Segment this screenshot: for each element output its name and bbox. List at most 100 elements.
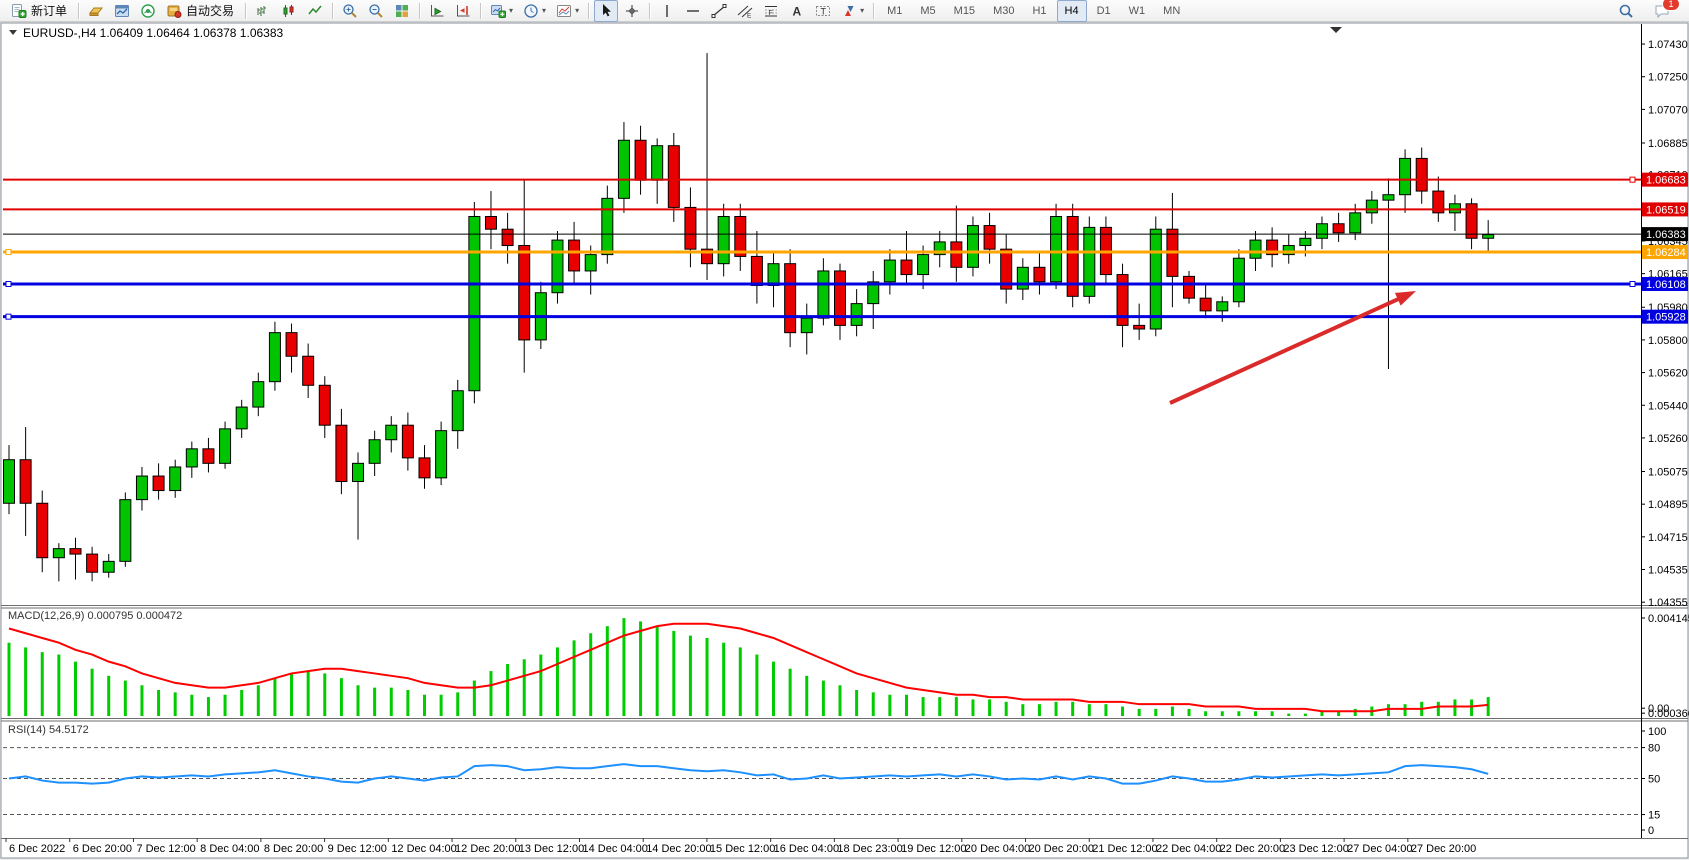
tf-w1-button[interactable]: W1: [1121, 0, 1154, 22]
chart-shift-button[interactable]: [451, 0, 475, 22]
macd-histogram-bar: [1154, 709, 1157, 716]
line-handle[interactable]: [6, 282, 11, 287]
candle-body: [1250, 240, 1261, 258]
equidistant-channel-button[interactable]: E: [733, 0, 757, 22]
macd-histogram-bar: [606, 626, 609, 716]
line-chart-button[interactable]: [303, 0, 327, 22]
crosshair-icon: [624, 3, 640, 19]
macd-histogram-bar: [639, 621, 642, 716]
candle-chart-button[interactable]: [277, 0, 301, 22]
cursor-icon: [598, 3, 614, 19]
candle-body: [984, 226, 995, 250]
trendline-button[interactable]: [707, 0, 731, 22]
macd-histogram-bar: [257, 685, 260, 716]
macd-histogram-bar: [340, 678, 343, 716]
macd-histogram-bar: [473, 681, 476, 716]
tf-m30-button[interactable]: M30: [985, 0, 1022, 22]
macd-histogram-bar: [1204, 711, 1207, 716]
bars-icon: [255, 3, 271, 19]
fibonacci-button[interactable]: F: [759, 0, 783, 22]
tf-m5-button[interactable]: M5: [912, 0, 943, 22]
tf-h4-button[interactable]: H4: [1057, 0, 1087, 22]
candle-body: [668, 146, 679, 208]
line-handle[interactable]: [6, 314, 11, 319]
svg-text:T: T: [821, 6, 827, 16]
candle-body: [419, 458, 430, 478]
date-label: 12 Dec 20:00: [455, 843, 520, 855]
candle-body: [1383, 195, 1394, 200]
line-handle[interactable]: [6, 250, 11, 255]
candle-body: [336, 425, 347, 481]
zoom-in-button[interactable]: [338, 0, 362, 22]
horizontal-line-button[interactable]: [681, 0, 705, 22]
zoomin-icon: [342, 3, 358, 19]
market-depth-button[interactable]: [84, 0, 108, 22]
macd-axis-label: 0.004145: [1648, 613, 1689, 625]
line-handle[interactable]: [1630, 282, 1635, 287]
auto-scroll-button[interactable]: [425, 0, 449, 22]
candle-body: [1150, 229, 1161, 329]
macd-histogram-bar: [1088, 704, 1091, 716]
candle-body: [485, 216, 496, 229]
crosshair-button[interactable]: [620, 0, 644, 22]
candle-body: [851, 304, 862, 326]
candle-body: [884, 260, 895, 282]
hline-icon: [685, 3, 701, 19]
chart-canvas[interactable]: 1.074301.072501.070701.068851.067101.065…: [0, 0, 1689, 860]
price-tick-label: 1.05075: [1648, 467, 1688, 479]
tf-mn-button[interactable]: MN: [1155, 0, 1188, 22]
tf-h1-button[interactable]: H1: [1024, 0, 1054, 22]
toolbar-separator: [873, 3, 874, 19]
price-tick-label: 1.05440: [1648, 400, 1688, 412]
macd-histogram-bar: [1138, 709, 1141, 716]
cursor-button[interactable]: [594, 0, 618, 22]
arrows-button[interactable]: ▾: [837, 0, 868, 22]
macd-histogram-bar: [839, 685, 842, 716]
bar-chart-button[interactable]: [251, 0, 275, 22]
chart-window-button[interactable]: [110, 0, 134, 22]
text-button[interactable]: A: [785, 0, 809, 22]
new-order-button[interactable]: 新订单: [7, 0, 73, 22]
rsi-axis-label: 80: [1648, 743, 1660, 755]
new-chart-button[interactable]: ▾: [486, 0, 517, 22]
candle-body: [1184, 276, 1195, 298]
search-icon: [1618, 3, 1634, 19]
date-label: 18 Dec 23:00: [837, 843, 902, 855]
macd-histogram-bar: [722, 643, 725, 716]
price-tick-label: 1.04535: [1648, 565, 1688, 577]
vertical-line-button[interactable]: [655, 0, 679, 22]
tf-m15-button[interactable]: M15: [946, 0, 983, 22]
notifications-button[interactable]: 1: [1650, 0, 1674, 22]
macd-histogram-bar: [1287, 714, 1290, 716]
linechart-icon: [307, 3, 323, 19]
candle-body: [502, 229, 513, 245]
candle-body: [4, 460, 15, 504]
tf-m1-button[interactable]: M1: [879, 0, 910, 22]
date-label: 13 Dec 12:00: [519, 843, 584, 855]
candle-body: [1134, 325, 1145, 329]
tf-d1-button[interactable]: D1: [1089, 0, 1119, 22]
macd-histogram-bar: [905, 695, 908, 716]
macd-histogram-bar: [273, 678, 276, 716]
chartwin-icon: [114, 3, 130, 19]
toolbar-separator: [332, 3, 333, 19]
text-label-button[interactable]: T: [811, 0, 835, 22]
periods-button[interactable]: ▾: [519, 0, 550, 22]
macd-histogram-bar: [656, 626, 659, 716]
candle-body: [469, 216, 480, 390]
macd-histogram-bar: [1487, 697, 1490, 716]
templates-button[interactable]: ▾: [552, 0, 583, 22]
price-level-badge-text: 1.06683: [1646, 175, 1686, 187]
macd-histogram-bar: [41, 652, 44, 716]
chart-window[interactable]: [1, 23, 1688, 858]
zoom-out-button[interactable]: [364, 0, 388, 22]
tile-windows-button[interactable]: [390, 0, 414, 22]
line-handle[interactable]: [1630, 177, 1635, 182]
candle-body: [319, 385, 330, 425]
search-button[interactable]: [1614, 0, 1638, 22]
candle-body: [1034, 267, 1045, 282]
signals-button[interactable]: [136, 0, 160, 22]
macd-histogram-bar: [622, 618, 625, 716]
macd-label: MACD(12,26,9) 0.000795 0.000472: [8, 610, 182, 622]
auto-trading-button[interactable]: 自动交易: [162, 0, 240, 22]
